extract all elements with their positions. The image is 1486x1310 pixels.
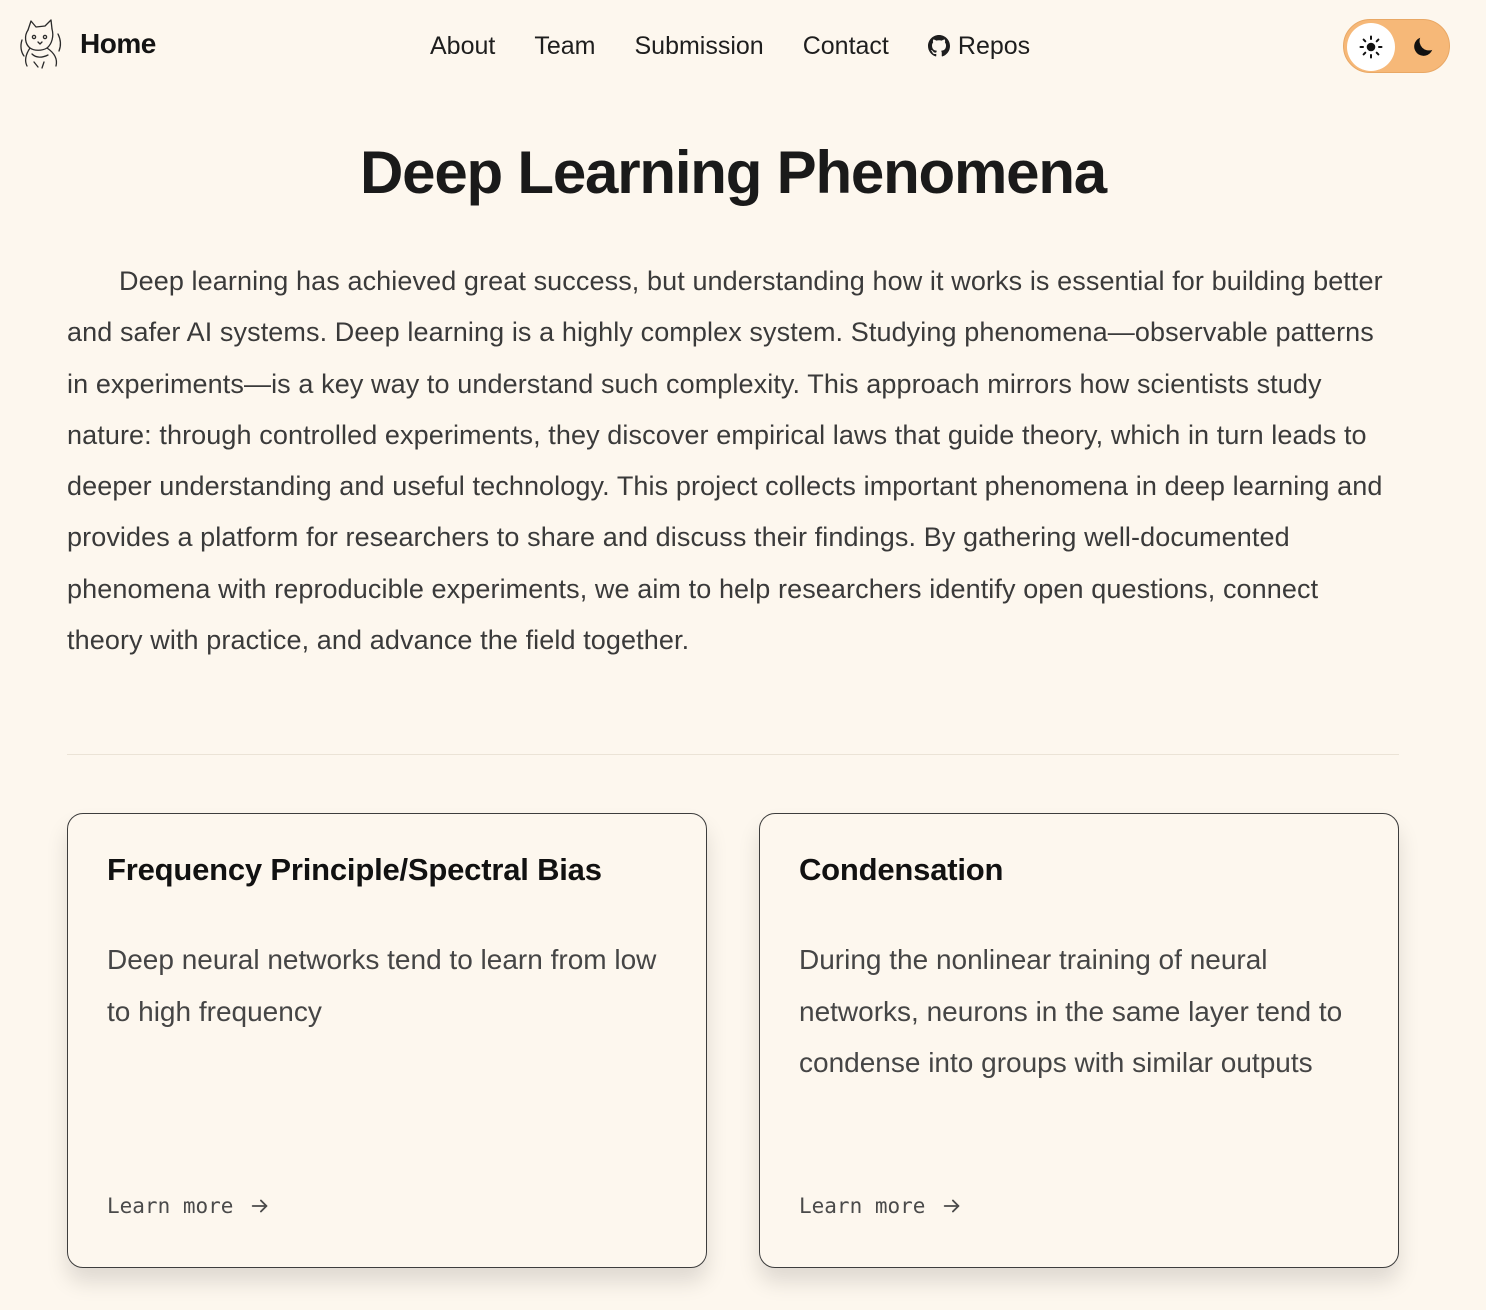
intro-paragraph: Deep learning has achieved great success… [67, 266, 1383, 656]
arrow-right-icon [252, 1199, 268, 1213]
learn-more-label: Learn more [107, 1194, 234, 1218]
card-title: Frequency Principle/Spectral Bias [107, 852, 602, 887]
dark-mode-option[interactable] [1404, 28, 1442, 66]
phenomenon-card-condensation[interactable]: Condensation During the nonlinear traini… [759, 813, 1399, 1268]
home-label: Home [80, 28, 156, 59]
nav-item-contact[interactable]: Contact [803, 28, 889, 64]
moon-icon [1414, 37, 1433, 56]
nav-item-submission[interactable]: Submission [634, 28, 763, 64]
learn-more-link[interactable]: Learn more [799, 1194, 963, 1218]
arrow-right-icon [944, 1199, 960, 1213]
card-description: During the nonlinear training of neural … [799, 944, 1343, 1078]
nav-item-repos-label: Repos [957, 32, 1031, 60]
phenomenon-card-frequency-principle[interactable]: Frequency Principle/Spectral Bias Deep n… [67, 813, 707, 1268]
nav-item-about[interactable]: About [430, 28, 495, 64]
learn-more-link[interactable]: Learn more [107, 1194, 271, 1218]
card-description: Deep neural networks tend to learn from … [107, 944, 657, 1027]
theme-toggle[interactable] [1343, 19, 1450, 73]
page-title: Deep Learning Phenomena [360, 139, 1107, 206]
learn-more-label: Learn more [799, 1194, 926, 1218]
main-nav: About Team Submission Contact Repos [430, 28, 1030, 64]
nav-item-repos[interactable]: Repos [927, 28, 1031, 64]
theme-toggle-knob[interactable] [1347, 23, 1395, 71]
top-navigation-bar: Home About Team Submission Contact Repos [0, 0, 1486, 92]
home-link[interactable]: Home [18, 18, 156, 70]
sun-icon [1359, 35, 1383, 59]
nav-item-team[interactable]: Team [534, 28, 595, 64]
cat-sketch-logo-icon [20, 19, 62, 69]
card-title: Condensation [799, 852, 1004, 887]
github-icon [927, 35, 950, 57]
section-divider [67, 754, 1399, 755]
